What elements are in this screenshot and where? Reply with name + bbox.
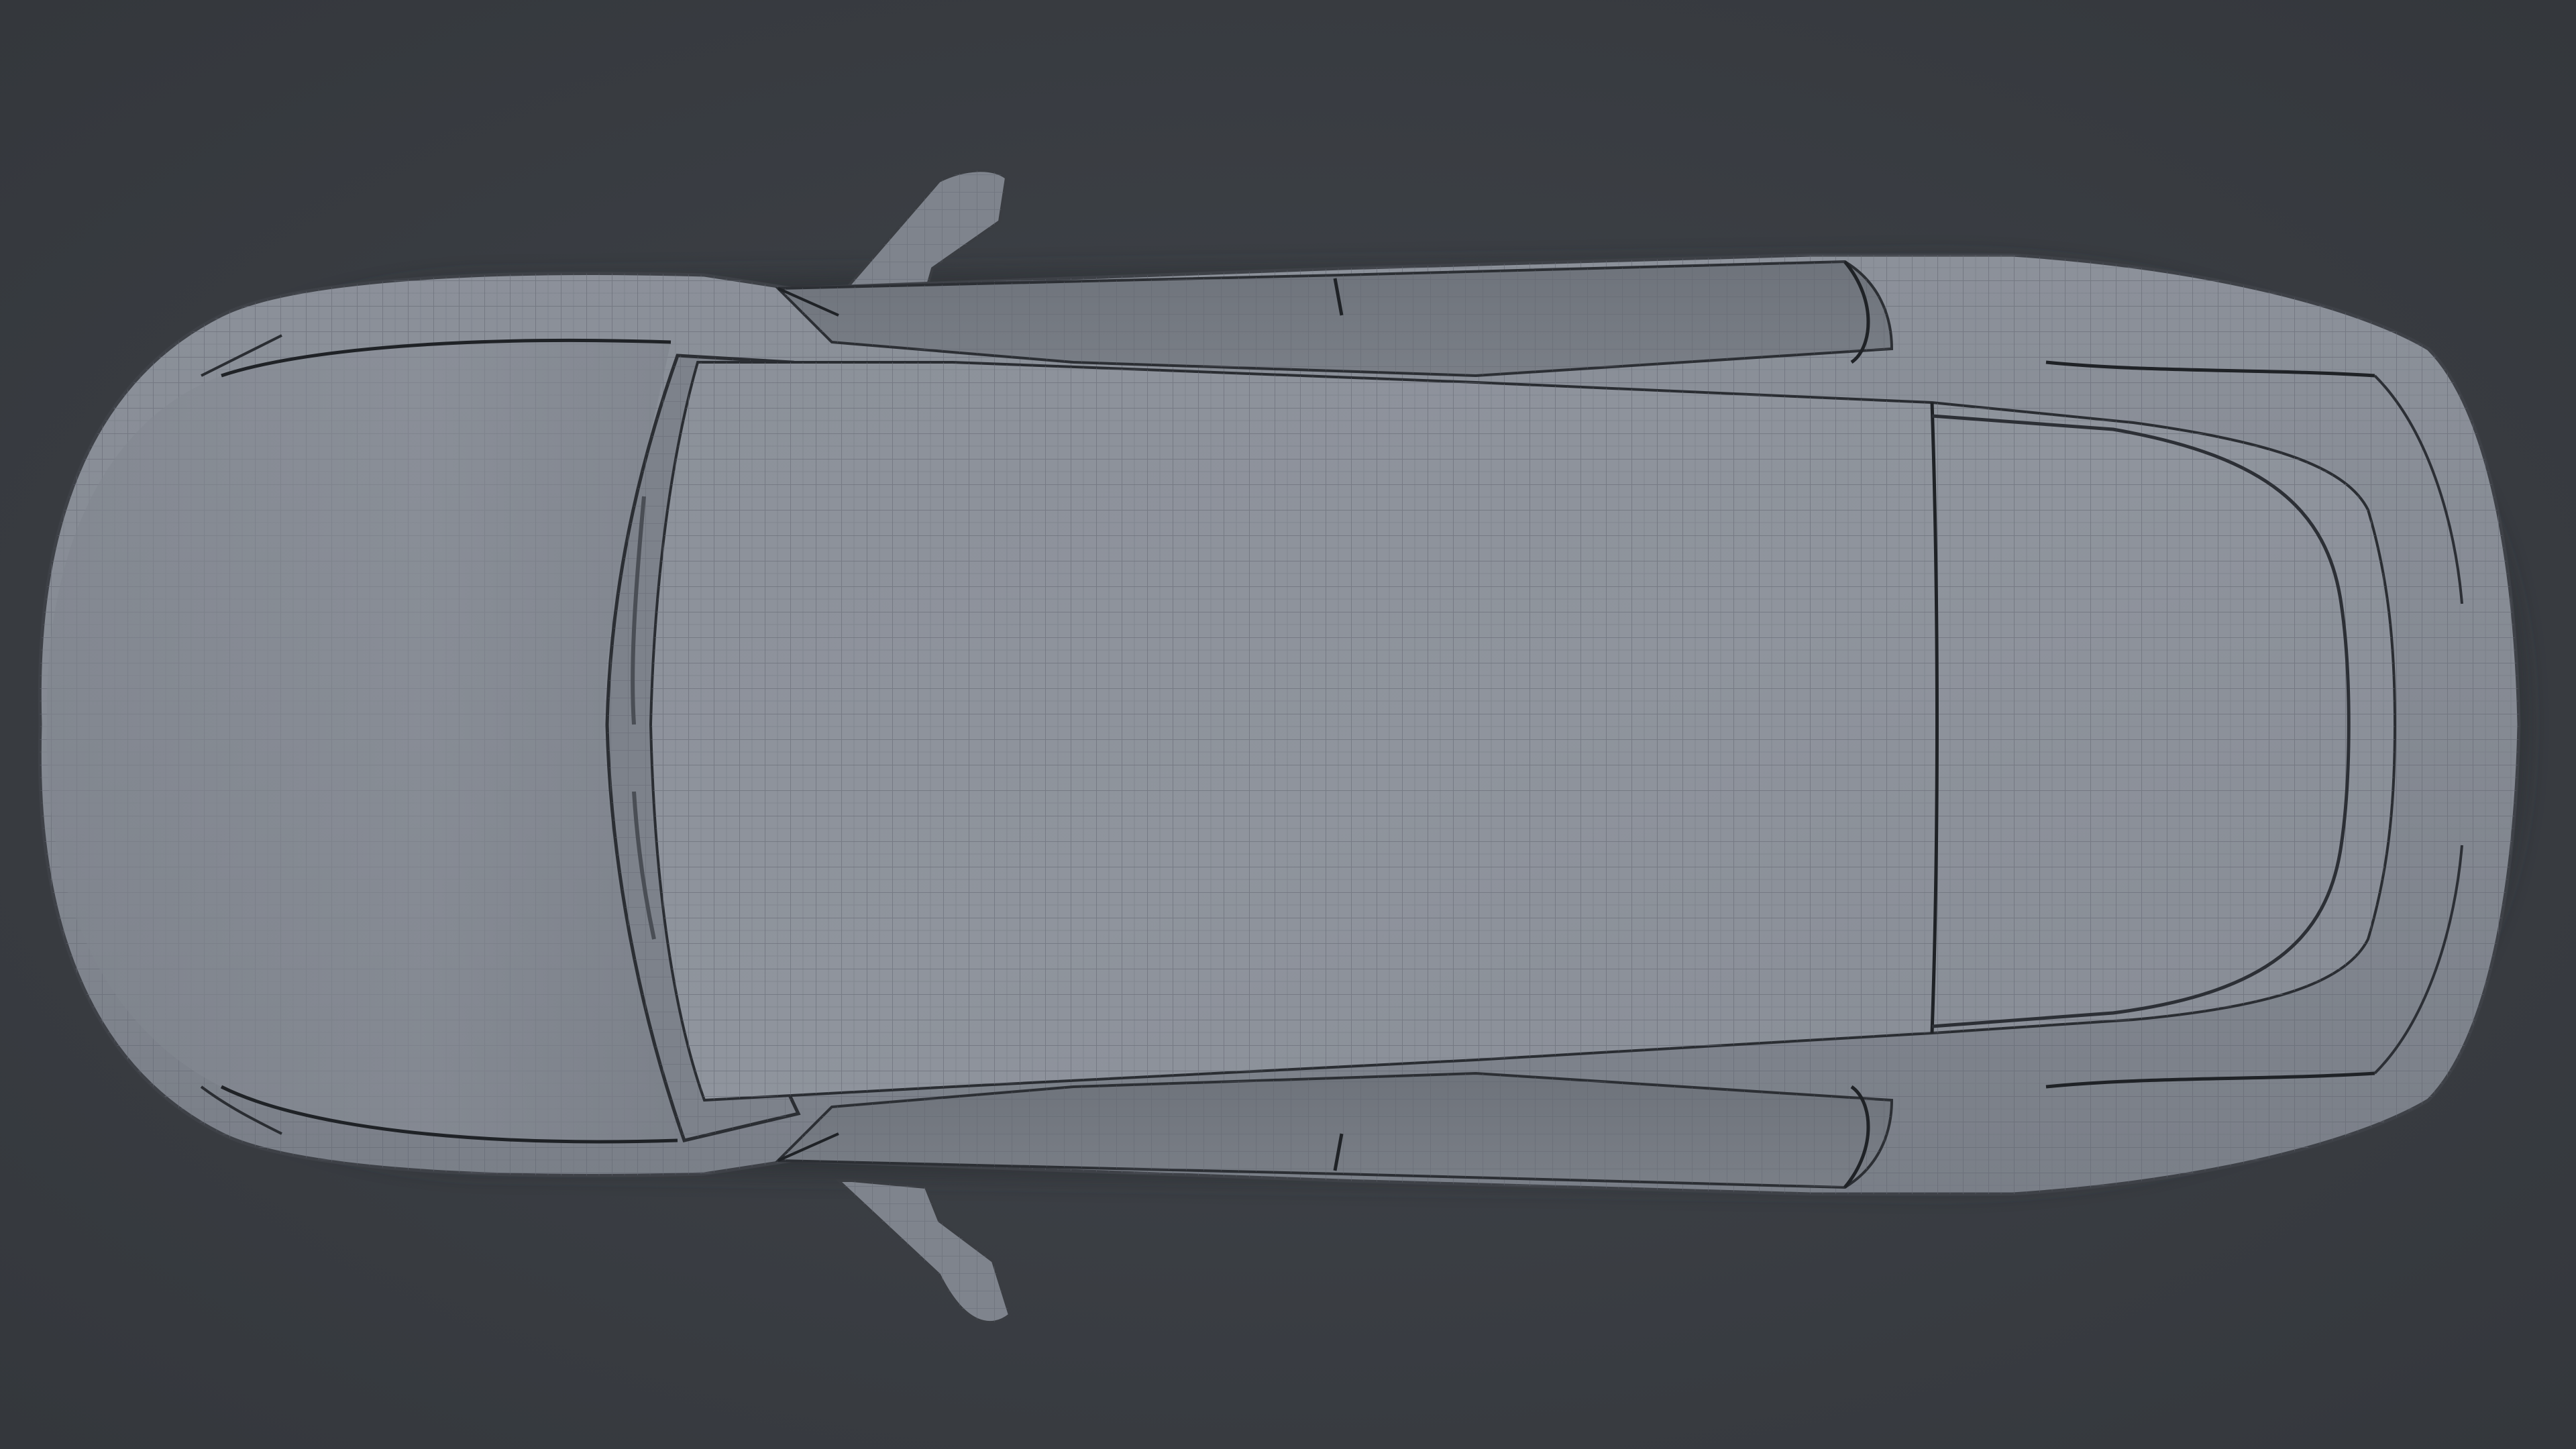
car-topdown-render [0,0,2576,1449]
viewport [0,0,2576,1449]
hood [46,334,678,1144]
glass-roof [649,361,2397,1102]
